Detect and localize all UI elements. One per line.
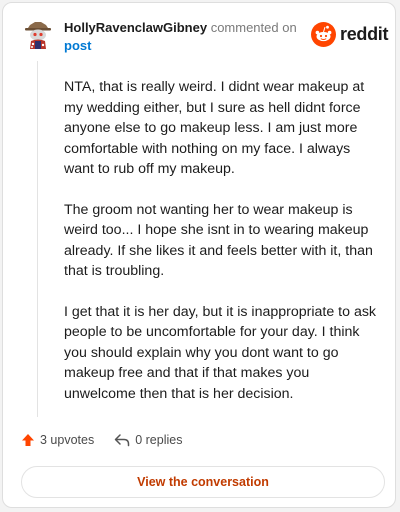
comment-header: HollyRavenclawGibney commented on post (64, 19, 304, 55)
reply-icon (114, 434, 130, 447)
comment-paragraph: I get that it is her day, but it is inap… (64, 303, 377, 402)
upvote-button[interactable]: 3 upvotes (21, 433, 94, 447)
reply-count: 0 replies (135, 433, 183, 447)
comment-actions: 3 upvotes 0 replies (21, 433, 202, 447)
comment-embed-card: HollyRavenclawGibney commented on post r… (2, 2, 396, 508)
avatar[interactable] (21, 17, 55, 51)
upvote-count: 3 upvotes (40, 433, 95, 447)
reddit-snoo-icon (311, 21, 336, 47)
post-link[interactable]: post (64, 37, 304, 55)
upvote-arrow-icon (22, 434, 34, 446)
reply-button[interactable]: 0 replies (114, 433, 182, 447)
action-text: commented on (210, 20, 297, 35)
comment-paragraph: The groom not wanting her to wear makeup… (64, 201, 373, 280)
view-conversation-button[interactable]: View the conversation (21, 466, 385, 498)
thread-line (37, 61, 38, 417)
comment-paragraph: NTA, that is really weird. I didnt wear … (64, 79, 365, 177)
comment-body: NTA, that is really weird. I didnt wear … (64, 77, 378, 424)
username[interactable]: HollyRavenclawGibney (64, 20, 207, 35)
reddit-logo[interactable]: reddit (311, 21, 389, 47)
logo-wordmark: reddit (340, 23, 389, 44)
